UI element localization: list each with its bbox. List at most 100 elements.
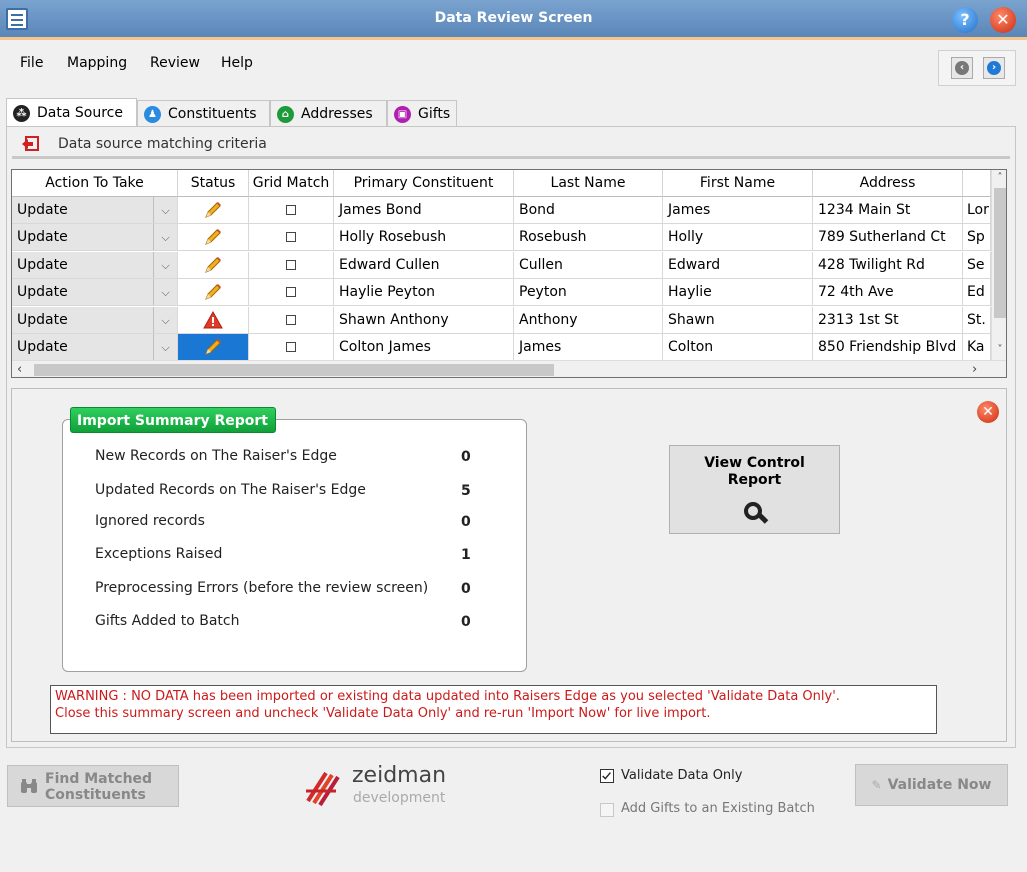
tab-constituents[interactable]: ♟ Constituents xyxy=(137,100,270,126)
edit-pencil-icon[interactable] xyxy=(178,197,249,224)
review-grid[interactable]: Action To Take Status Grid Match Primary… xyxy=(11,169,1007,378)
warning-icon[interactable] xyxy=(178,306,249,334)
close-icon[interactable]: ✕ xyxy=(990,7,1016,33)
validate-only-checkbox[interactable] xyxy=(600,769,614,783)
cell-city[interactable]: Lor xyxy=(963,197,991,224)
scroll-thumb[interactable] xyxy=(994,188,1006,318)
grid-match-checkbox[interactable] xyxy=(249,334,334,361)
title-bar: Data Review Screen ? ✕ xyxy=(0,0,1027,40)
menu-file[interactable]: File xyxy=(20,55,43,71)
view-control-report-button[interactable]: View Control Report xyxy=(669,445,840,534)
validate-now-button[interactable]: ✎ Validate Now xyxy=(855,764,1008,806)
cell-address[interactable]: 2313 1st St xyxy=(813,306,963,334)
tab-data-source[interactable]: ⁂ Data Source xyxy=(6,98,137,126)
action-dropdown[interactable]: Update ⌵ xyxy=(12,334,178,361)
action-dropdown[interactable]: Update ⌵ xyxy=(12,306,178,334)
scroll-left-icon[interactable]: ‹ xyxy=(17,361,22,377)
chevron-down-icon[interactable]: ⌵ xyxy=(153,279,177,306)
vertical-scrollbar[interactable]: ˄ ˅ xyxy=(991,170,1006,360)
chevron-down-icon[interactable]: ⌵ xyxy=(153,197,177,223)
cell-primary[interactable]: Haylie Peyton xyxy=(334,279,514,307)
menu-review[interactable]: Review xyxy=(150,55,200,71)
cell-address[interactable]: 428 Twilight Rd xyxy=(813,251,963,279)
cell-last[interactable]: Peyton xyxy=(514,279,663,307)
cell-first[interactable]: Shawn xyxy=(663,306,813,334)
column-header-grid-match[interactable]: Grid Match xyxy=(249,170,334,197)
action-dropdown[interactable]: Update ⌵ xyxy=(12,224,178,252)
cell-first[interactable]: Edward xyxy=(663,251,813,279)
scroll-right-icon[interactable]: › xyxy=(972,361,977,377)
action-dropdown[interactable]: Update ⌵ xyxy=(12,279,178,307)
forward-arrow-icon: › xyxy=(987,61,1001,75)
cell-first[interactable]: Holly xyxy=(663,224,813,252)
validate-icon: ✎ xyxy=(871,778,882,792)
tab-gifts[interactable]: ▣ Gifts xyxy=(387,100,457,126)
chevron-down-icon[interactable]: ⌵ xyxy=(153,251,177,278)
add-gifts-checkbox[interactable] xyxy=(600,803,614,817)
close-summary-icon[interactable]: ✕ xyxy=(977,401,999,423)
cell-primary[interactable]: Shawn Anthony xyxy=(334,306,514,334)
cell-last[interactable]: Anthony xyxy=(514,306,663,334)
cell-city[interactable]: Ka xyxy=(963,334,991,361)
forward-button[interactable]: › xyxy=(983,57,1005,79)
action-dropdown[interactable]: Update ⌵ xyxy=(12,251,178,279)
column-header-primary-constituent[interactable]: Primary Constituent xyxy=(334,170,514,197)
cell-last[interactable]: Cullen xyxy=(514,251,663,279)
edit-pencil-icon[interactable] xyxy=(178,334,249,361)
column-header-address[interactable]: Address xyxy=(813,170,963,197)
back-button[interactable]: ‹ xyxy=(951,57,973,79)
action-dropdown[interactable]: Update ⌵ xyxy=(12,197,178,224)
chevron-down-icon[interactable]: ⌵ xyxy=(153,224,177,251)
chevron-down-icon[interactable]: ⌵ xyxy=(153,306,177,333)
help-icon[interactable]: ? xyxy=(952,7,978,33)
summary-label-preprocessing: Preprocessing Errors (before the review … xyxy=(95,580,429,596)
summary-value-exceptions: 1 xyxy=(461,547,471,563)
validate-only-label[interactable]: Validate Data Only xyxy=(621,768,742,783)
column-header-status[interactable]: Status xyxy=(178,170,249,197)
cell-first[interactable]: Haylie xyxy=(663,279,813,307)
menu-help[interactable]: Help xyxy=(221,55,253,71)
cell-last[interactable]: Rosebush xyxy=(514,224,663,252)
cell-city[interactable]: Se xyxy=(963,251,991,279)
scroll-up-icon[interactable]: ˄ xyxy=(992,172,1006,183)
cell-city[interactable]: Sp xyxy=(963,224,991,252)
cell-first[interactable]: James xyxy=(663,197,813,224)
cell-primary[interactable]: James Bond xyxy=(334,197,514,224)
menu-mapping[interactable]: Mapping xyxy=(67,55,127,71)
edit-pencil-icon[interactable] xyxy=(178,224,249,252)
cell-primary[interactable]: Edward Cullen xyxy=(334,251,514,279)
cell-city[interactable]: St. xyxy=(963,306,991,334)
tab-addresses[interactable]: ⌂ Addresses xyxy=(270,100,387,126)
column-header-first-name[interactable]: First Name xyxy=(663,170,813,197)
edit-pencil-icon[interactable] xyxy=(178,279,249,307)
column-header-last-name[interactable]: Last Name xyxy=(514,170,663,197)
grid-match-checkbox[interactable] xyxy=(249,306,334,334)
find-matched-constituents-button[interactable]: Find Matched Constituents xyxy=(7,765,179,807)
cell-address[interactable]: 789 Sutherland Ct xyxy=(813,224,963,252)
cell-address[interactable]: 1234 Main St xyxy=(813,197,963,224)
cell-last[interactable]: James xyxy=(514,334,663,361)
grid-match-checkbox[interactable] xyxy=(249,251,334,279)
scroll-thumb[interactable] xyxy=(34,364,554,376)
grid-match-checkbox[interactable] xyxy=(249,224,334,252)
people-icon: ♟ xyxy=(144,106,161,123)
cell-address[interactable]: 72 4th Ave xyxy=(813,279,963,307)
horizontal-scrollbar[interactable]: ‹ › xyxy=(12,360,1006,377)
chevron-down-icon[interactable]: ⌵ xyxy=(153,334,177,360)
grid-match-checkbox[interactable] xyxy=(249,279,334,307)
column-header-action[interactable]: Action To Take xyxy=(12,170,178,197)
cell-address[interactable]: 850 Friendship Blvd xyxy=(813,334,963,361)
add-gifts-label[interactable]: Add Gifts to an Existing Batch xyxy=(621,801,815,816)
scroll-down-icon[interactable]: ˅ xyxy=(992,344,1006,355)
column-header-city[interactable] xyxy=(963,170,991,197)
cell-city[interactable]: Ed xyxy=(963,279,991,307)
grid-match-checkbox[interactable] xyxy=(249,197,334,224)
cell-primary[interactable]: Colton James xyxy=(334,334,514,361)
edit-pencil-icon[interactable] xyxy=(178,251,249,279)
matching-criteria-bar[interactable]: Data source matching criteria xyxy=(12,131,1010,159)
logo-name: zeidman xyxy=(352,763,447,788)
cell-primary[interactable]: Holly Rosebush xyxy=(334,224,514,252)
warning-line-1: WARNING : NO DATA has been imported or e… xyxy=(55,689,840,704)
cell-last[interactable]: Bond xyxy=(514,197,663,224)
cell-first[interactable]: Colton xyxy=(663,334,813,361)
